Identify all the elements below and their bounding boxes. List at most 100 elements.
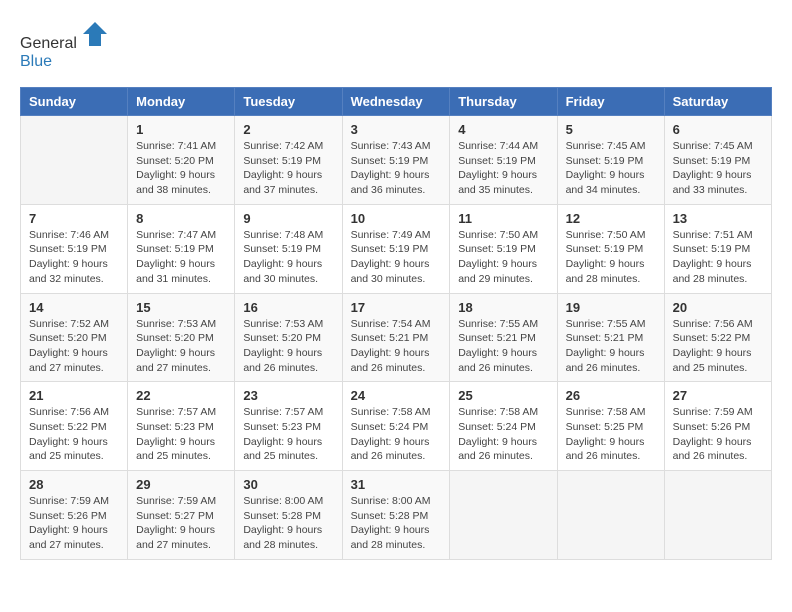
week-row-3: 14 Sunrise: 7:52 AMSunset: 5:20 PMDayligh…: [21, 293, 772, 382]
calendar-header-row: SundayMondayTuesdayWednesdayThursdayFrid…: [21, 88, 772, 116]
day-cell-19: 19 Sunrise: 7:55 AMSunset: 5:21 PMDayligh…: [557, 293, 664, 382]
weekday-header-wednesday: Wednesday: [342, 88, 450, 116]
day-number: 8: [136, 211, 226, 226]
day-info: Sunrise: 7:54 AMSunset: 5:21 PMDaylight:…: [351, 317, 442, 376]
day-info: Sunrise: 7:56 AMSunset: 5:22 PMDaylight:…: [29, 405, 119, 464]
calendar-body: 1 Sunrise: 7:41 AMSunset: 5:20 PMDaylight…: [21, 116, 772, 560]
week-row-1: 1 Sunrise: 7:41 AMSunset: 5:20 PMDaylight…: [21, 116, 772, 205]
day-number: 27: [673, 388, 763, 403]
day-info: Sunrise: 7:44 AMSunset: 5:19 PMDaylight:…: [458, 139, 548, 198]
day-cell-23: 23 Sunrise: 7:57 AMSunset: 5:23 PMDayligh…: [235, 382, 342, 471]
day-info: Sunrise: 7:50 AMSunset: 5:19 PMDaylight:…: [458, 228, 548, 287]
logo-blue: Blue: [20, 53, 52, 70]
day-number: 2: [243, 122, 333, 137]
day-cell-7: 7Sunrise: 7:46 AMSunset: 5:19 PMDaylight…: [21, 204, 128, 293]
day-info: Sunrise: 7:48 AMSunset: 5:19 PMDaylight:…: [243, 228, 333, 287]
day-cell-21: 21 Sunrise: 7:56 AMSunset: 5:22 PMDayligh…: [21, 382, 128, 471]
day-cell-22: 22 Sunrise: 7:57 AMSunset: 5:23 PMDayligh…: [128, 382, 235, 471]
page-header: General Blue: [20, 20, 772, 71]
day-number: 12: [566, 211, 656, 226]
day-info: Sunrise: 7:49 AMSunset: 5:19 PMDaylight:…: [351, 228, 442, 287]
weekday-header-tuesday: Tuesday: [235, 88, 342, 116]
day-number: 13: [673, 211, 763, 226]
day-info: Sunrise: 7:56 AMSunset: 5:22 PMDaylight:…: [673, 317, 763, 376]
day-info: Sunrise: 7:58 AMSunset: 5:24 PMDaylight:…: [458, 405, 548, 464]
day-info: Sunrise: 7:58 AMSunset: 5:25 PMDaylight:…: [566, 405, 656, 464]
day-cell-30: 30Sunrise: 8:00 AMSunset: 5:28 PMDayligh…: [235, 471, 342, 560]
day-info: Sunrise: 8:00 AMSunset: 5:28 PMDaylight:…: [351, 494, 442, 553]
day-cell-31: 31Sunrise: 8:00 AMSunset: 5:28 PMDayligh…: [342, 471, 450, 560]
logo-general: General: [20, 35, 77, 52]
day-number: 24: [351, 388, 442, 403]
calendar: SundayMondayTuesdayWednesdayThursdayFrid…: [20, 87, 772, 560]
day-number: 21: [29, 388, 119, 403]
day-cell-28: 28 Sunrise: 7:59 AMSunset: 5:26 PMDayligh…: [21, 471, 128, 560]
day-cell-11: 11Sunrise: 7:50 AMSunset: 5:19 PMDayligh…: [450, 204, 557, 293]
day-info: Sunrise: 7:59 AMSunset: 5:26 PMDaylight:…: [29, 494, 119, 553]
weekday-header-friday: Friday: [557, 88, 664, 116]
day-info: Sunrise: 7:41 AMSunset: 5:20 PMDaylight:…: [136, 139, 226, 198]
day-cell-5: 5 Sunrise: 7:45 AMSunset: 5:19 PMDaylight…: [557, 116, 664, 205]
day-number: 29: [136, 477, 226, 492]
day-cell-14: 14 Sunrise: 7:52 AMSunset: 5:20 PMDayligh…: [21, 293, 128, 382]
week-row-4: 21 Sunrise: 7:56 AMSunset: 5:22 PMDayligh…: [21, 382, 772, 471]
day-info: Sunrise: 7:57 AMSunset: 5:23 PMDaylight:…: [136, 405, 226, 464]
logo: General Blue: [20, 20, 109, 71]
day-number: 6: [673, 122, 763, 137]
day-info: Sunrise: 7:59 AMSunset: 5:27 PMDaylight:…: [136, 494, 226, 553]
day-cell-18: 18 Sunrise: 7:55 AMSunset: 5:21 PMDayligh…: [450, 293, 557, 382]
day-number: 10: [351, 211, 442, 226]
day-number: 26: [566, 388, 656, 403]
day-cell-10: 10 Sunrise: 7:49 AMSunset: 5:19 PMDayligh…: [342, 204, 450, 293]
day-cell-16: 16Sunrise: 7:53 AMSunset: 5:20 PMDayligh…: [235, 293, 342, 382]
weekday-header-thursday: Thursday: [450, 88, 557, 116]
empty-cell: [664, 471, 771, 560]
day-cell-15: 15Sunrise: 7:53 AMSunset: 5:20 PMDayligh…: [128, 293, 235, 382]
day-info: Sunrise: 7:50 AMSunset: 5:19 PMDaylight:…: [566, 228, 656, 287]
day-number: 1: [136, 122, 226, 137]
day-number: 16: [243, 300, 333, 315]
day-cell-3: 3Sunrise: 7:43 AMSunset: 5:19 PMDaylight…: [342, 116, 450, 205]
day-info: Sunrise: 7:43 AMSunset: 5:19 PMDaylight:…: [351, 139, 442, 198]
day-info: Sunrise: 7:46 AMSunset: 5:19 PMDaylight:…: [29, 228, 119, 287]
day-cell-27: 27 Sunrise: 7:59 AMSunset: 5:26 PMDayligh…: [664, 382, 771, 471]
day-number: 25: [458, 388, 548, 403]
day-info: Sunrise: 7:52 AMSunset: 5:20 PMDaylight:…: [29, 317, 119, 376]
day-number: 19: [566, 300, 656, 315]
day-cell-17: 17 Sunrise: 7:54 AMSunset: 5:21 PMDayligh…: [342, 293, 450, 382]
day-cell-24: 24Sunrise: 7:58 AMSunset: 5:24 PMDayligh…: [342, 382, 450, 471]
day-cell-29: 29 Sunrise: 7:59 AMSunset: 5:27 PMDayligh…: [128, 471, 235, 560]
day-info: Sunrise: 7:45 AMSunset: 5:19 PMDaylight:…: [566, 139, 656, 198]
day-cell-8: 8 Sunrise: 7:47 AMSunset: 5:19 PMDaylight…: [128, 204, 235, 293]
day-cell-20: 20Sunrise: 7:56 AMSunset: 5:22 PMDayligh…: [664, 293, 771, 382]
day-cell-25: 25 Sunrise: 7:58 AMSunset: 5:24 PMDayligh…: [450, 382, 557, 471]
weekday-header-sunday: Sunday: [21, 88, 128, 116]
day-info: Sunrise: 7:53 AMSunset: 5:20 PMDaylight:…: [136, 317, 226, 376]
day-cell-12: 12 Sunrise: 7:50 AMSunset: 5:19 PMDayligh…: [557, 204, 664, 293]
day-cell-2: 2 Sunrise: 7:42 AMSunset: 5:19 PMDaylight…: [235, 116, 342, 205]
week-row-2: 7Sunrise: 7:46 AMSunset: 5:19 PMDaylight…: [21, 204, 772, 293]
day-number: 23: [243, 388, 333, 403]
day-cell-26: 26 Sunrise: 7:58 AMSunset: 5:25 PMDayligh…: [557, 382, 664, 471]
day-number: 9: [243, 211, 333, 226]
week-row-5: 28 Sunrise: 7:59 AMSunset: 5:26 PMDayligh…: [21, 471, 772, 560]
day-number: 28: [29, 477, 119, 492]
day-info: Sunrise: 8:00 AMSunset: 5:28 PMDaylight:…: [243, 494, 333, 553]
day-number: 14: [29, 300, 119, 315]
empty-cell: [450, 471, 557, 560]
day-number: 18: [458, 300, 548, 315]
day-info: Sunrise: 7:42 AMSunset: 5:19 PMDaylight:…: [243, 139, 333, 198]
day-cell-13: 13 Sunrise: 7:51 AMSunset: 5:19 PMDayligh…: [664, 204, 771, 293]
day-info: Sunrise: 7:59 AMSunset: 5:26 PMDaylight:…: [673, 405, 763, 464]
day-info: Sunrise: 7:55 AMSunset: 5:21 PMDaylight:…: [458, 317, 548, 376]
day-info: Sunrise: 7:51 AMSunset: 5:19 PMDaylight:…: [673, 228, 763, 287]
weekday-header-monday: Monday: [128, 88, 235, 116]
day-number: 5: [566, 122, 656, 137]
day-info: Sunrise: 7:47 AMSunset: 5:19 PMDaylight:…: [136, 228, 226, 287]
day-info: Sunrise: 7:55 AMSunset: 5:21 PMDaylight:…: [566, 317, 656, 376]
day-info: Sunrise: 7:57 AMSunset: 5:23 PMDaylight:…: [243, 405, 333, 464]
day-number: 22: [136, 388, 226, 403]
empty-cell: [557, 471, 664, 560]
day-number: 4: [458, 122, 548, 137]
day-number: 17: [351, 300, 442, 315]
